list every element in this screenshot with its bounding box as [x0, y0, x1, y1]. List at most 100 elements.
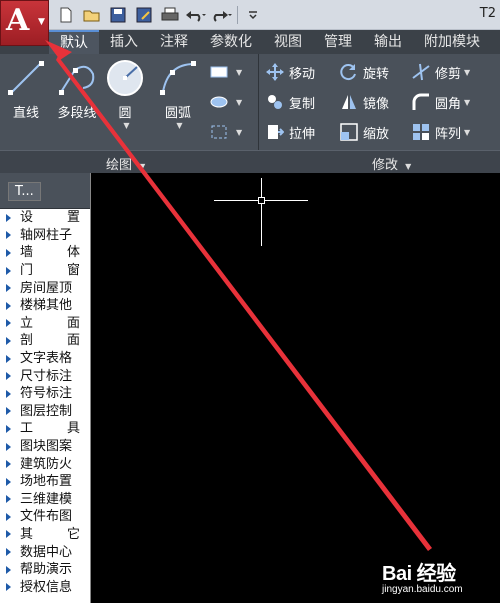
palette-item-label: 墙体: [20, 245, 80, 261]
copy-button[interactable]: 复制: [266, 90, 315, 114]
hatch-button[interactable]: ▼: [210, 90, 242, 114]
polyline-button[interactable]: 多段线: [52, 54, 102, 121]
draw-panel-title: 绘图: [106, 158, 133, 173]
stretch-label: 拉伸: [289, 126, 316, 142]
palette-item[interactable]: 工具: [0, 420, 90, 438]
expand-arrow-icon: [6, 495, 11, 504]
palette-item[interactable]: 场地布置: [0, 473, 90, 491]
tab-manage[interactable]: 管理: [313, 30, 363, 54]
modify-panel-title-button[interactable]: 修改 ▼: [372, 154, 411, 173]
mirror-label: 镜像: [363, 96, 390, 112]
trim-icon: [412, 63, 430, 81]
chevron-down-icon[interactable]: ▼: [107, 121, 146, 130]
chevron-down-icon[interactable]: ▼: [159, 121, 200, 130]
divider: [237, 6, 238, 24]
arc-button[interactable]: 圆弧 ▼: [156, 54, 200, 130]
trim-button[interactable]: 修剪 ▼: [412, 60, 470, 84]
save-icon[interactable]: [107, 5, 129, 25]
palette-item-label: 图块图案: [20, 439, 73, 455]
line-icon: [6, 58, 46, 98]
palette-item[interactable]: 剖面: [0, 332, 90, 350]
chevron-down-icon: ▼: [236, 67, 243, 77]
chevron-down-icon: ▼: [38, 17, 45, 27]
expand-arrow-icon: [6, 266, 11, 275]
draw-panel-title-button[interactable]: 绘图 ▼: [106, 154, 145, 173]
palette-item[interactable]: 帮助演示: [0, 561, 90, 579]
rectangle-button[interactable]: ▼: [210, 60, 242, 84]
rotate-button[interactable]: 旋转: [340, 60, 389, 84]
document-title: T2: [479, 6, 496, 21]
stretch-button[interactable]: 拉伸: [266, 120, 315, 144]
expand-arrow-icon: [6, 319, 11, 328]
saveas-icon[interactable]: [133, 5, 155, 25]
expand-arrow-icon: [6, 301, 11, 310]
palette-item[interactable]: 图块图案: [0, 438, 90, 456]
palette-item-label: 房间屋顶: [20, 280, 73, 296]
tab-annotate[interactable]: 注释: [149, 30, 199, 54]
expand-arrow-icon: [6, 231, 11, 240]
undo-icon[interactable]: [185, 5, 207, 25]
palette-item[interactable]: 建筑防火: [0, 455, 90, 473]
mirror-button[interactable]: 镜像: [340, 90, 389, 114]
redo-icon[interactable]: [211, 5, 233, 25]
array-button[interactable]: 阵列 ▼: [412, 120, 470, 144]
palette-item[interactable]: 门窗: [0, 262, 90, 280]
expand-arrow-icon: [6, 565, 11, 574]
watermark-brand: Bai 经验: [382, 563, 456, 585]
new-icon[interactable]: [55, 5, 77, 25]
palette-item[interactable]: 轴网柱子: [0, 227, 90, 245]
chevron-down-icon: ▼: [139, 162, 146, 171]
palette-item-label: 符号标注: [20, 386, 73, 402]
palette-item-label: 工具: [20, 421, 80, 437]
palette-item-label: 立面: [20, 315, 80, 331]
application-menu-button[interactable]: A ▼: [0, 0, 49, 46]
move-button[interactable]: 移动: [266, 60, 315, 84]
fillet-label: 圆角: [435, 96, 462, 112]
palette-item[interactable]: 设置: [0, 209, 90, 227]
palette-item[interactable]: 文件布图: [0, 508, 90, 526]
scale-button[interactable]: 缩放: [340, 120, 389, 144]
palette-menu: 设置轴网柱子墙体门窗房间屋顶 楼梯其他立面剖面文字表格 尺寸标注 符号标注 图层控制工具…: [0, 209, 90, 596]
palette-item[interactable]: 墙体: [0, 244, 90, 262]
tab-output[interactable]: 输出: [363, 30, 413, 54]
drawing-area[interactable]: [92, 173, 500, 603]
tab-default[interactable]: 默认: [49, 30, 99, 54]
expand-arrow-icon: [6, 407, 11, 416]
chevron-down-icon: ▼: [236, 127, 243, 137]
fillet-button[interactable]: 圆角 ▼: [412, 90, 470, 114]
customize-icon[interactable]: [242, 5, 264, 25]
quick-access-toolbar: [55, 4, 264, 26]
palette-item-label: 授权信息: [20, 579, 73, 595]
print-icon[interactable]: [159, 5, 181, 25]
palette-item[interactable]: 其它: [0, 526, 90, 544]
ribbon-tabs: 默认 插入 注释 参数化 视图 管理 输出 附加模块: [49, 30, 500, 54]
palette-title-button[interactable]: T...: [8, 182, 41, 201]
hatch-icon: [210, 93, 228, 111]
palette-item-label: 文字表格: [20, 351, 73, 367]
palette-item[interactable]: 三维建模: [0, 491, 90, 509]
line-button[interactable]: 直线: [4, 54, 48, 121]
palette-item[interactable]: 尺寸标注: [0, 367, 90, 385]
watermark-url: jingyan.baidu.com: [382, 584, 463, 595]
region-button[interactable]: ▼: [210, 120, 242, 144]
tab-parametric[interactable]: 参数化: [199, 30, 263, 54]
palette-item[interactable]: 楼梯其他: [0, 297, 90, 315]
expand-arrow-icon: [6, 248, 11, 257]
palette-item[interactable]: 数据中心: [0, 543, 90, 561]
expand-arrow-icon: [6, 583, 11, 592]
tab-insert[interactable]: 插入: [99, 30, 149, 54]
palette-item[interactable]: 图层控制: [0, 403, 90, 421]
tab-addins[interactable]: 附加模块: [413, 30, 491, 54]
open-icon[interactable]: [81, 5, 103, 25]
palette-item-label: 数据中心: [20, 544, 73, 560]
array-icon: [412, 123, 430, 141]
palette-item[interactable]: 文字表格: [0, 350, 90, 368]
palette-item[interactable]: 授权信息: [0, 578, 90, 596]
circle-button[interactable]: 圆 ▼: [104, 54, 146, 130]
expand-arrow-icon: [6, 336, 11, 345]
scale-label: 缩放: [363, 126, 390, 142]
palette-item[interactable]: 立面: [0, 315, 90, 333]
palette-item[interactable]: 房间屋顶: [0, 279, 90, 297]
tab-view[interactable]: 视图: [263, 30, 313, 54]
palette-item[interactable]: 符号标注: [0, 385, 90, 403]
